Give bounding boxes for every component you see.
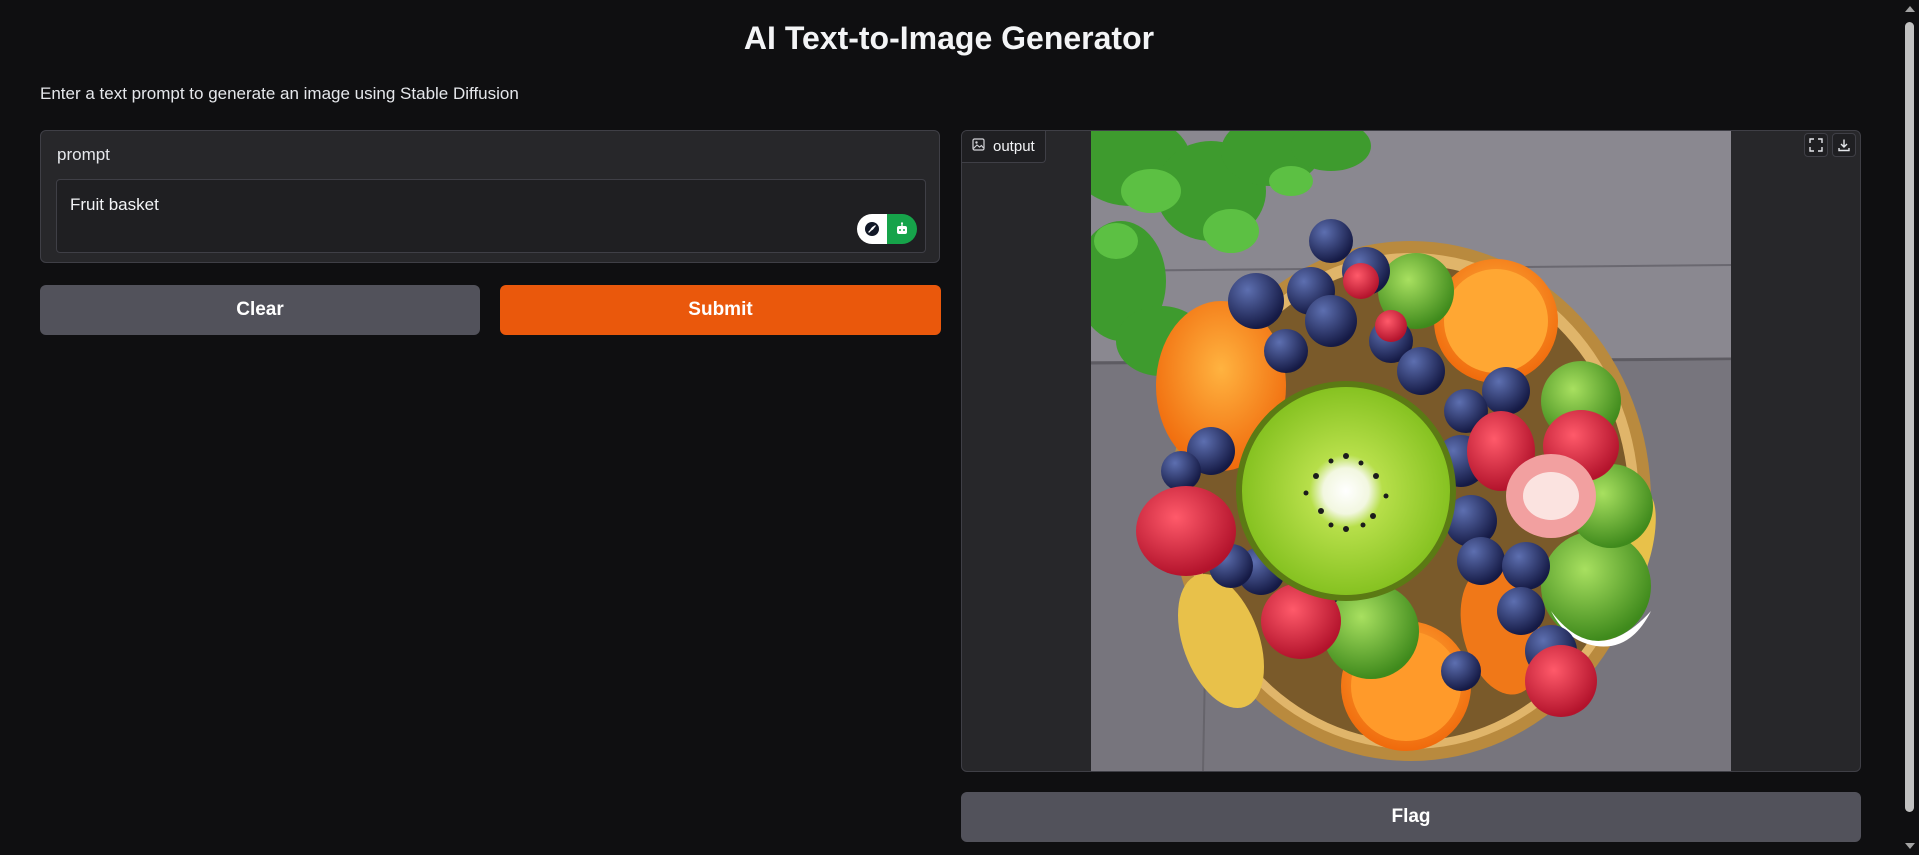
page-scrollbar[interactable]: [1900, 0, 1919, 855]
image-icon: [972, 138, 985, 155]
output-panel: output: [961, 130, 1861, 772]
output-label: output: [993, 138, 1035, 155]
flag-button[interactable]: Flag: [961, 792, 1861, 842]
scroll-down-icon[interactable]: [1905, 843, 1915, 849]
fullscreen-icon[interactable]: [1804, 133, 1828, 157]
generated-image: [1091, 131, 1731, 771]
prompt-panel: prompt Fruit basket: [40, 130, 940, 263]
output-label-tab: output: [962, 131, 1046, 163]
app-page: AI Text-to-Image Generator Enter a text …: [0, 0, 1919, 855]
prompt-label: prompt: [57, 145, 110, 164]
scroll-up-icon[interactable]: [1905, 6, 1915, 12]
prompt-input-value: Fruit basket: [70, 195, 159, 214]
output-actions: [1804, 133, 1856, 157]
extension-widget[interactable]: [857, 214, 917, 244]
submit-button[interactable]: Submit: [500, 285, 941, 335]
page-description: Enter a text prompt to generate an image…: [40, 84, 519, 103]
clear-button[interactable]: Clear: [40, 285, 480, 335]
robot-icon[interactable]: [887, 214, 917, 244]
prompt-input[interactable]: Fruit basket: [56, 179, 926, 253]
download-icon[interactable]: [1832, 133, 1856, 157]
page-title: AI Text-to-Image Generator: [743, 20, 1155, 56]
feather-icon[interactable]: [857, 214, 887, 244]
scrollbar-thumb[interactable]: [1905, 22, 1914, 812]
